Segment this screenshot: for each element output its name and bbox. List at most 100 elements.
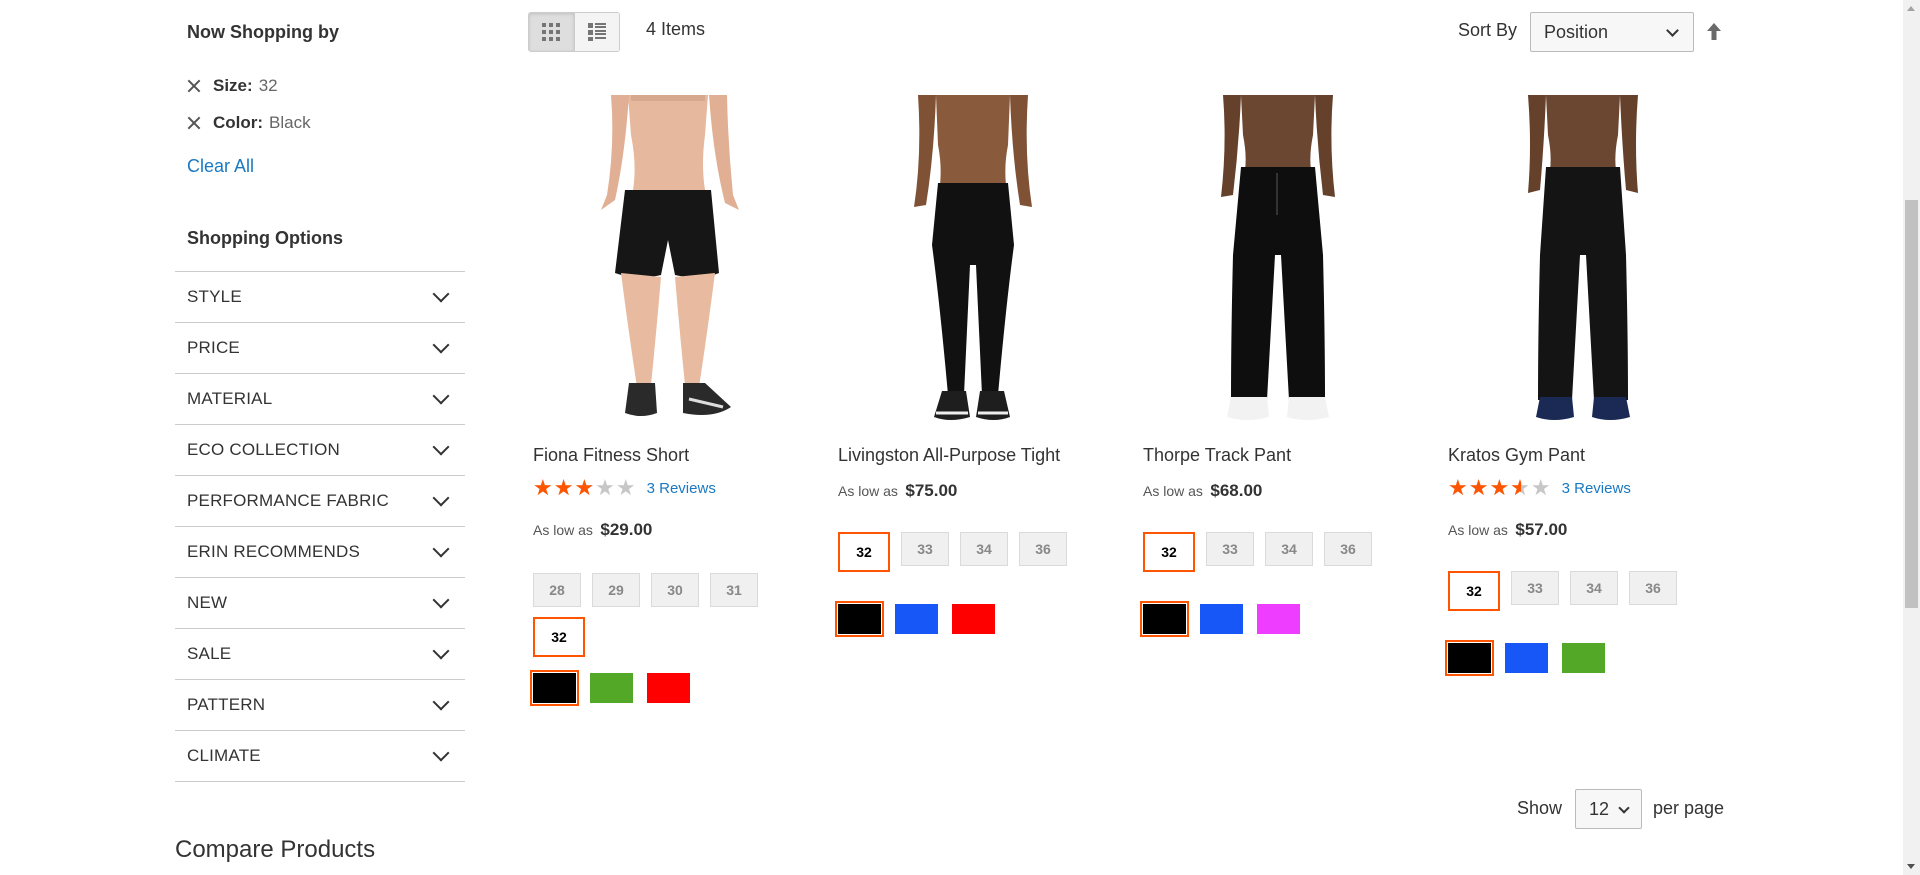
chevron-down-icon <box>432 744 450 762</box>
filter-option-label: STYLE <box>187 287 242 306</box>
list-view-button[interactable] <box>573 13 619 51</box>
arrow-up-icon <box>1707 23 1721 40</box>
scroll-up-icon[interactable] <box>1907 6 1915 11</box>
size-swatch[interactable]: 33 <box>1206 532 1254 566</box>
sort-by-select[interactable]: Position <box>1530 12 1694 52</box>
chevron-down-icon <box>432 336 450 354</box>
filter-option-label: PRICE <box>187 338 240 357</box>
product-name-link[interactable]: Thorpe Track Pant <box>1143 445 1291 466</box>
color-swatch-green[interactable] <box>590 673 633 703</box>
chevron-down-icon <box>432 489 450 507</box>
color-swatches <box>835 601 995 637</box>
product-price: As low as $29.00 <box>533 520 652 540</box>
grid-icon <box>542 23 561 41</box>
filter-option-pattern[interactable]: PATTERN <box>175 680 465 731</box>
color-swatches <box>1445 640 1605 676</box>
shopping-options-list: STYLE PRICE MATERIAL ECO COLLECTION PERF… <box>175 271 465 782</box>
scrollbar-thumb[interactable] <box>1905 200 1918 608</box>
chevron-down-icon <box>432 693 450 711</box>
per-page-select[interactable]: 12 <box>1575 789 1642 829</box>
chevron-down-icon <box>432 285 450 303</box>
product-image[interactable] <box>1143 95 1413 430</box>
size-swatches: 32 33 34 36 <box>1143 532 1403 572</box>
color-swatch-purple[interactable] <box>1257 604 1300 634</box>
size-swatch[interactable]: 33 <box>1511 571 1559 605</box>
price-value: $75.00 <box>905 481 958 500</box>
size-swatch[interactable]: 33 <box>901 532 949 566</box>
filter-option-erin-recommends[interactable]: ERIN RECOMMENDS <box>175 527 465 578</box>
size-swatch[interactable]: 34 <box>1570 571 1618 605</box>
filter-option-eco-collection[interactable]: ECO COLLECTION <box>175 425 465 476</box>
filter-option-climate[interactable]: CLIMATE <box>175 731 465 782</box>
show-label: Show <box>1517 798 1563 818</box>
size-swatch[interactable]: 36 <box>1629 571 1677 605</box>
product-name-link[interactable]: Kratos Gym Pant <box>1448 445 1585 466</box>
now-shopping-title: Now Shopping by <box>187 22 339 42</box>
product-image[interactable] <box>1448 95 1718 430</box>
size-swatch-selected[interactable]: 32 <box>533 617 585 657</box>
grid-view-button[interactable] <box>529 13 574 51</box>
size-swatch[interactable]: 36 <box>1019 532 1067 566</box>
filter-option-label: SALE <box>187 644 232 663</box>
product-price: As low as $75.00 <box>838 481 957 501</box>
per-page-value: 12 <box>1589 798 1610 819</box>
color-swatch-black[interactable] <box>1445 640 1494 676</box>
rating-fill: ★★★★★ <box>533 477 596 499</box>
size-swatch[interactable]: 28 <box>533 573 581 607</box>
product-card: Thorpe Track Pant As low as $68.00 32 33… <box>1140 95 1433 637</box>
size-swatch[interactable]: 30 <box>651 573 699 607</box>
remove-filter-icon[interactable] <box>183 75 205 97</box>
filter-option-material[interactable]: MATERIAL <box>175 374 465 425</box>
size-swatch-selected[interactable]: 32 <box>1448 571 1500 611</box>
filter-value: Black <box>269 113 311 132</box>
sort-by-label: Sort By <box>1458 20 1518 40</box>
size-swatch-selected[interactable]: 32 <box>838 532 890 572</box>
color-swatch-black[interactable] <box>530 670 579 706</box>
rating-stars: ★★★★★★★★★★ <box>1448 475 1552 500</box>
filter-option-label: ECO COLLECTION <box>187 440 340 459</box>
clear-all-link[interactable]: Clear All <box>187 156 254 177</box>
view-mode-switcher <box>528 12 620 52</box>
shopping-options-title: Shopping Options <box>187 228 343 248</box>
color-swatch-blue[interactable] <box>1505 643 1548 673</box>
reviews-link[interactable]: 3 Reviews <box>1562 480 1631 497</box>
price-label: As low as <box>1448 522 1508 538</box>
color-swatch-green[interactable] <box>1562 643 1605 673</box>
filter-option-style[interactable]: STYLE <box>175 272 465 323</box>
rating-fill: ★★★★★ <box>1448 477 1521 499</box>
chevron-down-icon <box>432 438 450 456</box>
price-value: $29.00 <box>600 520 653 539</box>
remove-filter-icon[interactable] <box>183 112 205 134</box>
product-card: Livingston All-Purpose Tight As low as $… <box>835 95 1128 637</box>
color-swatch-black[interactable] <box>835 601 884 637</box>
product-image[interactable] <box>533 95 803 430</box>
filter-option-performance-fabric[interactable]: PERFORMANCE FABRIC <box>175 476 465 527</box>
color-swatch-red[interactable] <box>952 604 995 634</box>
vertical-scrollbar[interactable] <box>1903 0 1920 875</box>
filter-option-label: PERFORMANCE FABRIC <box>187 491 389 510</box>
filter-option-sale[interactable]: SALE <box>175 629 465 680</box>
size-swatch[interactable]: 34 <box>1265 532 1313 566</box>
color-swatch-black[interactable] <box>1140 601 1189 637</box>
scroll-down-icon[interactable] <box>1907 864 1915 869</box>
color-swatch-blue[interactable] <box>895 604 938 634</box>
filter-option-price[interactable]: PRICE <box>175 323 465 374</box>
size-swatch-selected[interactable]: 32 <box>1143 532 1195 572</box>
product-price: As low as $57.00 <box>1448 520 1567 540</box>
filter-value: 32 <box>258 76 278 95</box>
filter-option-new[interactable]: NEW <box>175 578 465 629</box>
reviews-link[interactable]: 3 Reviews <box>647 480 716 497</box>
product-name-link[interactable]: Fiona Fitness Short <box>533 445 689 466</box>
filter-label: Color: <box>213 113 264 132</box>
size-swatch[interactable]: 31 <box>710 573 758 607</box>
color-swatch-blue[interactable] <box>1200 604 1243 634</box>
size-swatch[interactable]: 34 <box>960 532 1008 566</box>
chevron-down-icon <box>1666 24 1679 37</box>
price-label: As low as <box>1143 483 1203 499</box>
product-image[interactable] <box>838 95 1108 430</box>
size-swatch[interactable]: 29 <box>592 573 640 607</box>
sort-direction-button[interactable] <box>1704 20 1724 44</box>
product-name-link[interactable]: Livingston All-Purpose Tight <box>838 445 1060 466</box>
color-swatch-red[interactable] <box>647 673 690 703</box>
size-swatch[interactable]: 36 <box>1324 532 1372 566</box>
